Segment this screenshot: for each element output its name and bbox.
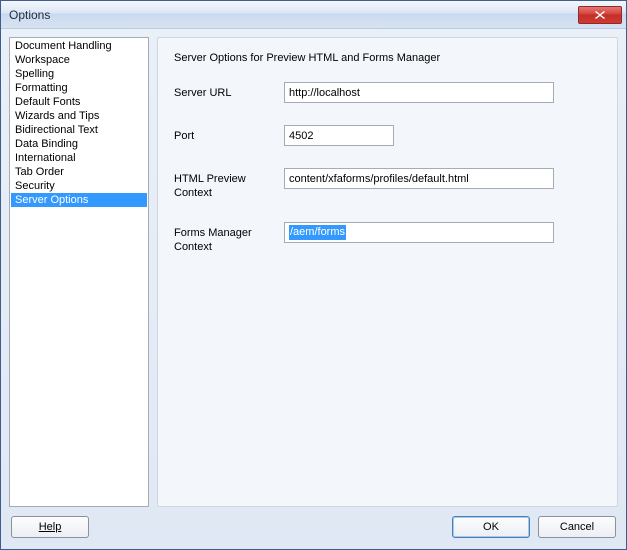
panel-title: Server Options for Preview HTML and Form…: [174, 52, 601, 64]
close-icon: [595, 11, 605, 19]
category-wizards-and-tips[interactable]: Wizards and Tips: [11, 109, 147, 123]
category-document-handling[interactable]: Document Handling: [11, 39, 147, 53]
category-international[interactable]: International: [11, 151, 147, 165]
help-button[interactable]: Help: [11, 516, 89, 538]
ok-button[interactable]: OK: [452, 516, 530, 538]
main-row: Document Handling Workspace Spelling For…: [9, 37, 618, 507]
options-dialog: Options Document Handling Workspace Spel…: [0, 0, 627, 550]
titlebar: Options: [1, 1, 626, 29]
row-html-preview-context: HTML Preview Context: [174, 168, 601, 200]
input-forms-manager-context-value: /aem/forms: [289, 225, 346, 240]
label-port: Port: [174, 125, 284, 143]
category-list[interactable]: Document Handling Workspace Spelling For…: [9, 37, 149, 507]
row-server-url: Server URL: [174, 82, 601, 103]
label-forms-manager-context: Forms Manager Context: [174, 222, 284, 254]
label-server-url: Server URL: [174, 82, 284, 100]
button-row: Help OK Cancel: [9, 507, 618, 541]
category-tab-order[interactable]: Tab Order: [11, 165, 147, 179]
settings-panel: Server Options for Preview HTML and Form…: [157, 37, 618, 507]
dialog-content: Document Handling Workspace Spelling For…: [1, 29, 626, 549]
input-forms-manager-context[interactable]: /aem/forms: [284, 222, 554, 243]
category-workspace[interactable]: Workspace: [11, 53, 147, 67]
row-port: Port: [174, 125, 601, 146]
category-security[interactable]: Security: [11, 179, 147, 193]
category-spelling[interactable]: Spelling: [11, 67, 147, 81]
input-server-url[interactable]: [284, 82, 554, 103]
close-button[interactable]: [578, 6, 622, 24]
label-html-preview-context: HTML Preview Context: [174, 168, 284, 200]
category-bidirectional-text[interactable]: Bidirectional Text: [11, 123, 147, 137]
input-port[interactable]: [284, 125, 394, 146]
category-formatting[interactable]: Formatting: [11, 81, 147, 95]
row-forms-manager-context: Forms Manager Context /aem/forms: [174, 222, 601, 254]
window-title: Options: [9, 8, 578, 22]
input-html-preview-context[interactable]: [284, 168, 554, 189]
category-data-binding[interactable]: Data Binding: [11, 137, 147, 151]
category-default-fonts[interactable]: Default Fonts: [11, 95, 147, 109]
category-server-options[interactable]: Server Options: [11, 193, 147, 207]
cancel-button[interactable]: Cancel: [538, 516, 616, 538]
